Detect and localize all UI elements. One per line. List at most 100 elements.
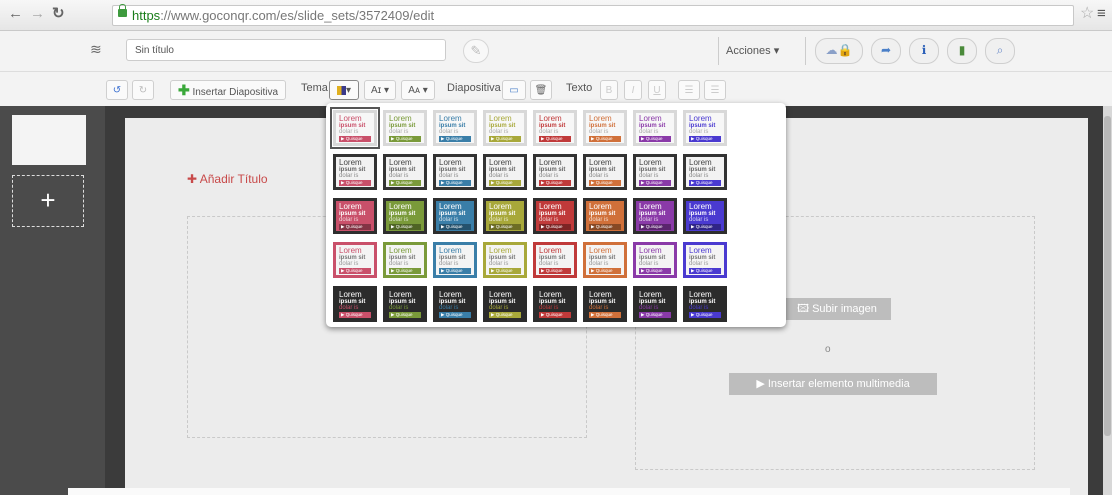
theme-swatch[interactable]: Lorem ipsum sit dolar is ▶ Quisque	[330, 107, 380, 149]
swatch-button: ▶ Quisque	[639, 268, 671, 274]
bold-icon[interactable]: B	[600, 80, 618, 100]
theme-swatch[interactable]: Lorem ipsum sit dolar is ▶ Quisque	[483, 198, 527, 234]
share-cloud-icon[interactable]: ☁🔒	[815, 38, 863, 64]
theme-swatch[interactable]: Lorem ipsum sit dolar is ▶ Quisque	[633, 198, 677, 234]
font-size-button[interactable]: Aᴀ ▾	[401, 80, 435, 100]
bullet-list-icon[interactable]: ☰	[704, 80, 726, 100]
swatch-button: ▶ Quisque	[339, 268, 371, 274]
theme-swatch[interactable]: Lorem ipsum sit dolar is ▶ Quisque	[383, 154, 427, 190]
theme-swatch[interactable]: Lorem ipsum sit dolar is ▶ Quisque	[433, 286, 477, 322]
swatch-heading: Lorem	[639, 114, 662, 123]
theme-swatch[interactable]: Lorem ipsum sit dolar is ▶ Quisque	[533, 198, 577, 234]
swatch-button: ▶ Quisque	[489, 268, 521, 274]
theme-swatch[interactable]: Lorem ipsum sit dolar is ▶ Quisque	[433, 110, 477, 146]
undo-icon[interactable]: ↺	[106, 80, 128, 100]
actions-dropdown[interactable]: Acciones ▾	[726, 40, 796, 62]
theme-swatch[interactable]: Lorem ipsum sit dolar is ▶ Quisque	[583, 242, 627, 278]
swatch-heading: Lorem	[539, 290, 562, 299]
theme-swatch[interactable]: Lorem ipsum sit dolar is ▶ Quisque	[483, 154, 527, 190]
font-button[interactable]: Aɪ ▾	[364, 80, 396, 100]
theme-picker-button[interactable]: ▾	[329, 80, 359, 100]
theme-swatch[interactable]: Lorem ipsum sit dolar is ▶ Quisque	[583, 286, 627, 322]
theme-swatch[interactable]: Lorem ipsum sit dolar is ▶ Quisque	[333, 198, 377, 234]
theme-swatch[interactable]: Lorem ipsum sit dolar is ▶ Quisque	[383, 242, 427, 278]
theme-swatch[interactable]: Lorem ipsum sit dolar is ▶ Quisque	[683, 110, 727, 146]
browser-toolbar: ← → ↻ https://www.goconqr.com/es/slide_s…	[0, 0, 1112, 31]
reload-icon[interactable]: ↻	[52, 6, 65, 22]
swatch-button: ▶ Quisque	[489, 180, 521, 186]
theme-swatch[interactable]: Lorem ipsum sit dolar is ▶ Quisque	[533, 154, 577, 190]
swatch-button: ▶ Quisque	[339, 312, 371, 318]
theme-swatch[interactable]: Lorem ipsum sit dolar is ▶ Quisque	[483, 242, 527, 278]
scrollbar[interactable]	[1103, 106, 1112, 495]
insert-media-button[interactable]: ▶ Insertar elemento multimedia	[729, 373, 937, 395]
theme-swatch[interactable]: Lorem ipsum sit dolar is ▶ Quisque	[683, 198, 727, 234]
swatch-button: ▶ Quisque	[589, 268, 621, 274]
swatch-body: dolar is	[689, 261, 709, 267]
swatch-button: ▶ Quisque	[439, 136, 471, 142]
swatch-heading: Lorem	[439, 290, 462, 299]
add-title-button[interactable]: ✚ Añadir Título	[187, 172, 268, 186]
or-label: o	[825, 344, 831, 355]
slides-stack-icon[interactable]: ≋	[90, 41, 102, 58]
swatch-heading: Lorem	[639, 158, 662, 167]
swatch-body: dolar is	[589, 129, 609, 135]
italic-icon[interactable]: I	[624, 80, 642, 100]
theme-swatch[interactable]: Lorem ipsum sit dolar is ▶ Quisque	[583, 198, 627, 234]
slide-background-icon[interactable]: ▭	[502, 80, 526, 100]
back-icon[interactable]: ←	[8, 6, 23, 22]
theme-swatch[interactable]: Lorem ipsum sit dolar is ▶ Quisque	[433, 154, 477, 190]
add-slide-button[interactable]: +	[12, 175, 84, 227]
theme-swatch[interactable]: Lorem ipsum sit dolar is ▶ Quisque	[533, 110, 577, 146]
address-bar[interactable]: https://www.goconqr.com/es/slide_sets/35…	[112, 4, 1074, 26]
theme-swatch[interactable]: Lorem ipsum sit dolar is ▶ Quisque	[533, 242, 577, 278]
forward-icon[interactable]: →	[30, 6, 45, 22]
swatch-heading: Lorem	[589, 202, 612, 211]
title-input[interactable]	[126, 39, 446, 61]
theme-swatch[interactable]: Lorem ipsum sit dolar is ▶ Quisque	[483, 286, 527, 322]
theme-swatch[interactable]: Lorem ipsum sit dolar is ▶ Quisque	[333, 286, 377, 322]
theme-swatch[interactable]: Lorem ipsum sit dolar is ▶ Quisque	[633, 242, 677, 278]
search-icon[interactable]: ⌕	[985, 38, 1015, 64]
swatch-heading: Lorem	[639, 290, 662, 299]
swatch-heading: Lorem	[439, 202, 462, 211]
share-arrow-icon[interactable]: ➦	[871, 38, 901, 64]
theme-swatch[interactable]: Lorem ipsum sit dolar is ▶ Quisque	[333, 154, 377, 190]
insert-slide-button[interactable]: ✚ Insertar Diapositiva	[170, 80, 286, 100]
swatch-button: ▶ Quisque	[389, 180, 421, 186]
theme-swatch[interactable]: Lorem ipsum sit dolar is ▶ Quisque	[683, 286, 727, 322]
theme-swatch[interactable]: Lorem ipsum sit dolar is ▶ Quisque	[583, 154, 627, 190]
theme-swatch[interactable]: Lorem ipsum sit dolar is ▶ Quisque	[533, 286, 577, 322]
theme-swatch[interactable]: Lorem ipsum sit dolar is ▶ Quisque	[333, 242, 377, 278]
underline-icon[interactable]: U	[648, 80, 666, 100]
theme-swatch[interactable]: Lorem ipsum sit dolar is ▶ Quisque	[433, 198, 477, 234]
swatch-heading: Lorem	[489, 158, 512, 167]
stats-icon[interactable]: ▮	[947, 38, 977, 64]
upload-image-button[interactable]: 🖾 Subir imagen	[783, 298, 891, 320]
theme-swatch[interactable]: Lorem ipsum sit dolar is ▶ Quisque	[483, 110, 527, 146]
theme-swatch[interactable]: Lorem ipsum sit dolar is ▶ Quisque	[383, 198, 427, 234]
theme-swatch[interactable]: Lorem ipsum sit dolar is ▶ Quisque	[683, 242, 727, 278]
info-icon[interactable]: ℹ	[909, 38, 939, 64]
swatch-button: ▶ Quisque	[439, 312, 471, 318]
editor-toolbar: ↺ ↻ ✚ Insertar Diapositiva Tema ▾ Aɪ ▾ A…	[0, 72, 1112, 107]
divider	[718, 37, 719, 65]
redo-icon[interactable]: ↻	[132, 80, 154, 100]
theme-swatch[interactable]: Lorem ipsum sit dolar is ▶ Quisque	[633, 154, 677, 190]
theme-swatch[interactable]: Lorem ipsum sit dolar is ▶ Quisque	[633, 286, 677, 322]
theme-swatch[interactable]: Lorem ipsum sit dolar is ▶ Quisque	[383, 110, 427, 146]
theme-swatch[interactable]: Lorem ipsum sit dolar is ▶ Quisque	[383, 286, 427, 322]
trash-icon[interactable]: 🗑	[530, 80, 552, 100]
theme-swatch[interactable]: Lorem ipsum sit dolar is ▶ Quisque	[633, 110, 677, 146]
theme-swatch[interactable]: Lorem ipsum sit dolar is ▶ Quisque	[433, 242, 477, 278]
swatch-heading: Lorem	[689, 290, 712, 299]
bookmark-star-icon[interactable]: ☆	[1080, 6, 1094, 22]
video-icon: ▶	[756, 378, 765, 390]
menu-icon[interactable]: ≡	[1097, 6, 1106, 22]
theme-swatch[interactable]: Lorem ipsum sit dolar is ▶ Quisque	[583, 110, 627, 146]
pencil-icon[interactable]: ✎	[463, 39, 489, 63]
slide-thumbnail[interactable]	[12, 115, 86, 165]
ordered-list-icon[interactable]: ☰	[678, 80, 700, 100]
theme-swatch[interactable]: Lorem ipsum sit dolar is ▶ Quisque	[683, 154, 727, 190]
scroll-thumb[interactable]	[1104, 116, 1111, 436]
